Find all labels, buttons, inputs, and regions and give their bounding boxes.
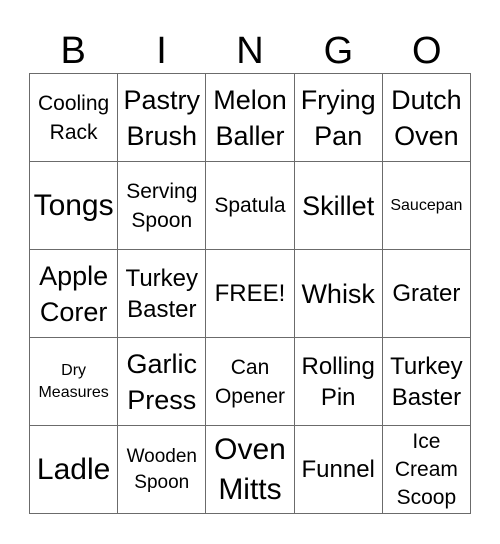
cell-label: Pastry Brush <box>123 84 201 151</box>
cell-label: Ladle <box>36 452 111 486</box>
cell-label: Saucepan <box>390 196 463 214</box>
cell-label: Spatula <box>214 194 286 217</box>
bingo-grid: Cooling Rack Pastry Brush Melon Baller F… <box>29 73 471 514</box>
bingo-cell[interactable]: Skillet <box>294 162 383 250</box>
cell-label: Turkey Baster <box>390 352 463 411</box>
bingo-cell[interactable]: Ice Cream Scoop <box>382 426 471 514</box>
bingo-cell[interactable]: Tongs <box>30 162 119 250</box>
cell-label: Cooling Rack <box>37 91 110 144</box>
free-space[interactable]: FREE! <box>206 250 295 338</box>
cell-label: Skillet <box>302 190 375 221</box>
bingo-cell[interactable]: Saucepan <box>382 162 471 250</box>
bingo-cell[interactable]: Whisk <box>294 250 383 338</box>
bingo-cell[interactable]: Dutch Oven <box>382 74 471 162</box>
bingo-cell[interactable]: Pastry Brush <box>118 74 207 162</box>
cell-label: FREE! <box>214 280 286 307</box>
bingo-cell[interactable]: Ladle <box>30 426 119 514</box>
header-letter-i: I <box>156 30 167 72</box>
header-letter-o: O <box>411 30 442 72</box>
cell-label: Serving Spoon <box>126 179 198 232</box>
bingo-cell[interactable]: Turkey Baster <box>118 250 207 338</box>
cell-label: Dutch Oven <box>391 84 462 151</box>
cell-label: Frying Pan <box>300 84 376 151</box>
cell-label: Rolling Pin <box>301 352 375 411</box>
cell-label: Wooden Spoon <box>126 445 197 493</box>
cell-label: Funnel <box>301 456 375 483</box>
bingo-cell[interactable]: Turkey Baster <box>382 338 471 426</box>
bingo-header: B I N G O <box>29 30 471 73</box>
bingo-cell[interactable]: Garlic Press <box>118 338 207 426</box>
bingo-cell[interactable]: Grater <box>382 250 471 338</box>
cell-label: Apple Corer <box>39 260 109 327</box>
cell-label: Oven Mitts <box>214 432 286 506</box>
cell-label: Garlic Press <box>126 348 198 415</box>
bingo-cell[interactable]: Dry Measures <box>30 338 119 426</box>
bingo-cell[interactable]: Wooden Spoon <box>118 426 207 514</box>
bingo-cell[interactable]: Frying Pan <box>294 74 383 162</box>
bingo-cell[interactable]: Apple Corer <box>30 250 119 338</box>
cell-label: Can Opener <box>214 355 286 408</box>
cell-label: Melon Baller <box>213 84 287 151</box>
bingo-cell[interactable]: Funnel <box>294 426 383 514</box>
bingo-cell[interactable]: Oven Mitts <box>206 426 295 514</box>
header-letter-b: B <box>60 30 86 72</box>
bingo-cell[interactable]: Cooling Rack <box>30 74 119 162</box>
bingo-cell[interactable]: Serving Spoon <box>118 162 207 250</box>
header-letter-n: N <box>236 30 264 72</box>
bingo-cell[interactable]: Spatula <box>206 162 295 250</box>
cell-label: Ice Cream Scoop <box>394 429 458 509</box>
cell-label: Turkey Baster <box>125 264 199 323</box>
bingo-cell[interactable]: Can Opener <box>206 338 295 426</box>
cell-label: Tongs <box>33 188 114 222</box>
bingo-cell[interactable]: Melon Baller <box>206 74 295 162</box>
cell-label: Dry Measures <box>38 361 109 401</box>
header-letter-g: G <box>323 30 354 72</box>
bingo-cell[interactable]: Rolling Pin <box>294 338 383 426</box>
cell-label: Whisk <box>301 278 375 309</box>
cell-label: Grater <box>392 280 461 307</box>
